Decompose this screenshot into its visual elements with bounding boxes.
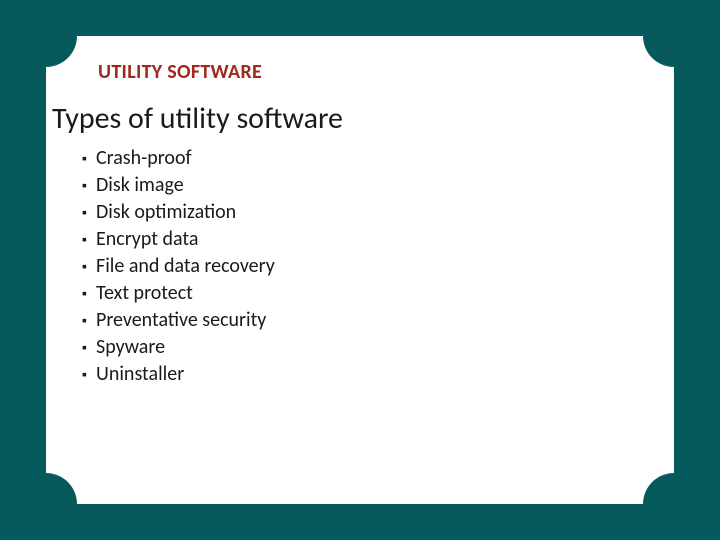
list-item: ▪ Disk image <box>82 172 674 199</box>
list-item: ▪ Crash-proof <box>82 145 674 172</box>
bullet-icon: ▪ <box>82 172 96 199</box>
bullet-icon: ▪ <box>82 307 96 334</box>
list-item: ▪ Disk optimization <box>82 199 674 226</box>
slide-title: Types of utility software <box>52 100 674 137</box>
list-item: ▪ Uninstaller <box>82 361 674 388</box>
section-header: UTILITY SOFTWARE <box>98 60 674 84</box>
item-text: Disk optimization <box>96 199 236 226</box>
item-text: Preventative security <box>96 307 266 334</box>
bullet-icon: ▪ <box>82 145 96 172</box>
list-item: ▪ Spyware <box>82 334 674 361</box>
list-item: ▪ Text protect <box>82 280 674 307</box>
item-text: Spyware <box>96 334 165 361</box>
item-text: Uninstaller <box>96 361 184 388</box>
bullet-icon: ▪ <box>82 280 96 307</box>
bullet-icon: ▪ <box>82 334 96 361</box>
item-text: Crash-proof <box>96 145 192 172</box>
bullet-icon: ▪ <box>82 199 96 226</box>
bullet-icon: ▪ <box>82 361 96 388</box>
list-item: ▪ File and data recovery <box>82 253 674 280</box>
item-list: ▪ Crash-proof ▪ Disk image ▪ Disk optimi… <box>82 145 674 388</box>
slide-frame: UTILITY SOFTWARE Types of utility softwa… <box>46 36 674 504</box>
item-text: Disk image <box>96 172 184 199</box>
bullet-icon: ▪ <box>82 253 96 280</box>
list-item: ▪ Preventative security <box>82 307 674 334</box>
item-text: Encrypt data <box>96 226 198 253</box>
list-item: ▪ Encrypt data <box>82 226 674 253</box>
bullet-icon: ▪ <box>82 226 96 253</box>
item-text: File and data recovery <box>96 253 275 280</box>
slide-content: UTILITY SOFTWARE Types of utility softwa… <box>46 36 674 504</box>
item-text: Text protect <box>96 280 193 307</box>
